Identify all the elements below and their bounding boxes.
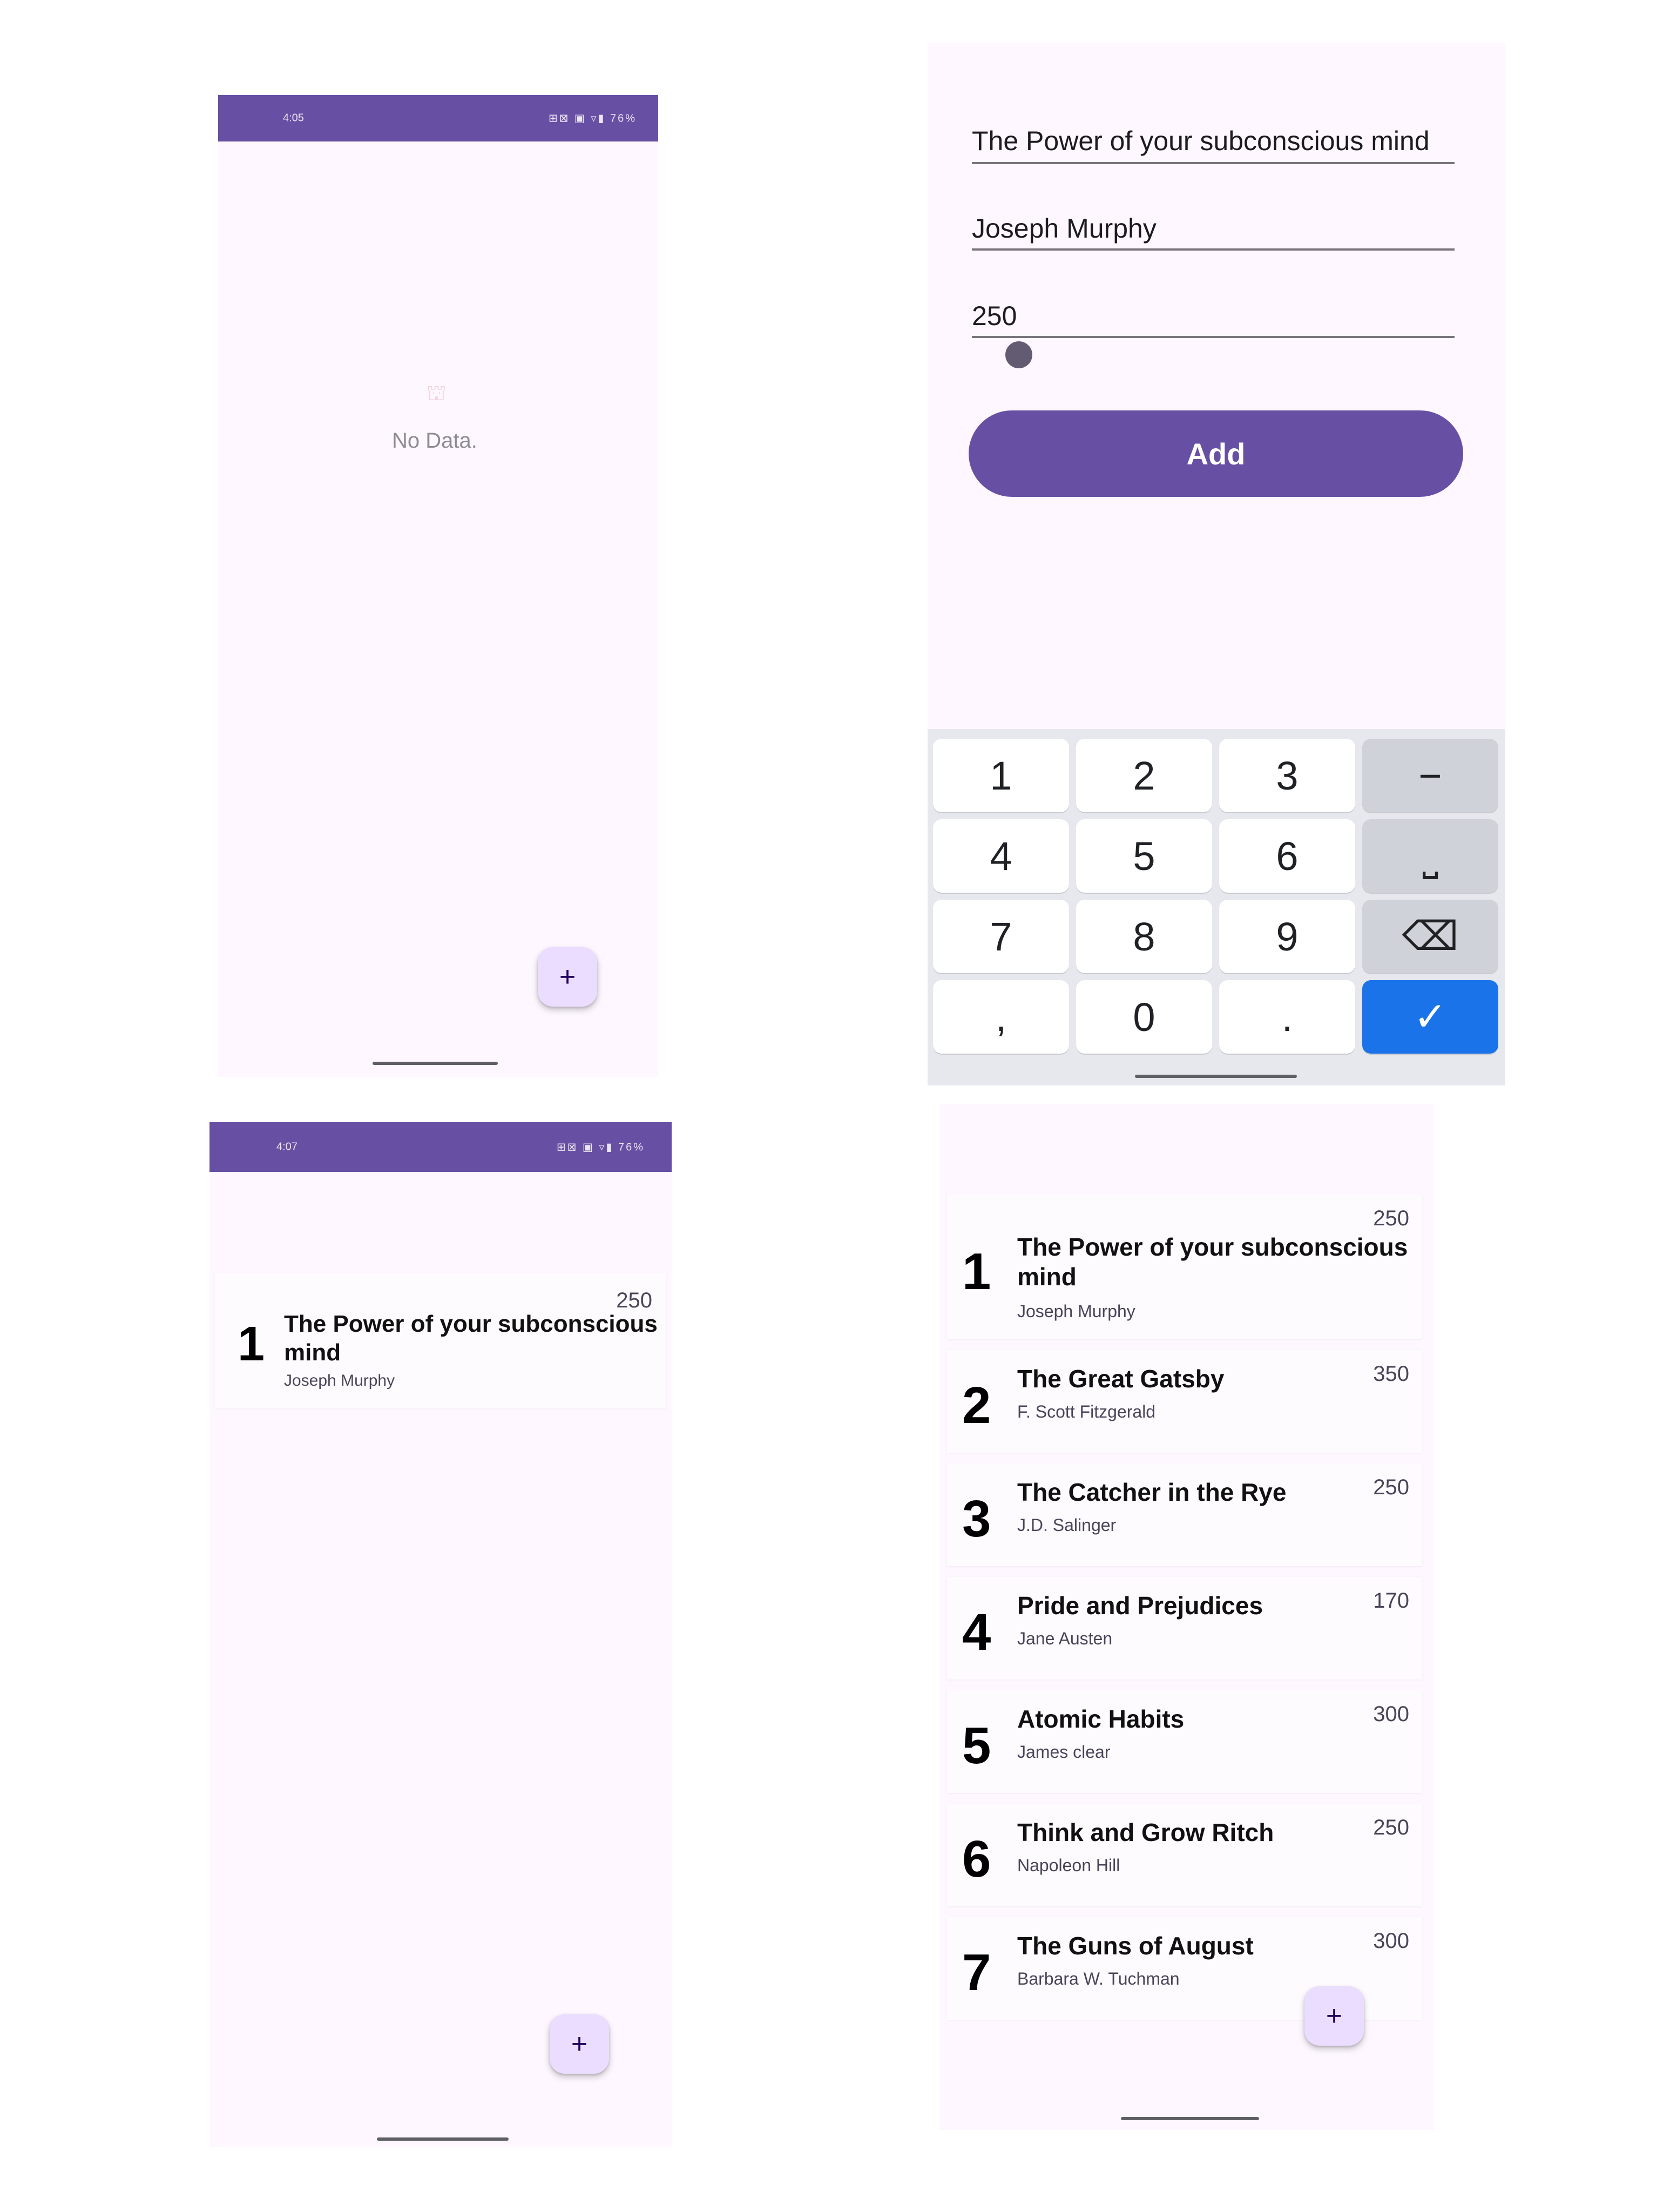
book-pages: 170 (1373, 1589, 1409, 1613)
home-indicator (373, 1062, 498, 1065)
add-book-fab[interactable]: + (550, 2014, 609, 2074)
plus-icon: + (1326, 2000, 1343, 2032)
book-author: Joseph Murphy (1017, 1301, 1135, 1321)
keypad-key[interactable]: 3 (1219, 739, 1355, 812)
book-author: F. Scott Fitzgerald (1017, 1402, 1156, 1421)
book-title: The Great Gatsby (1017, 1365, 1225, 1393)
book-card[interactable]: 2 The Great Gatsby F. Scott Fitzgerald 350 (947, 1350, 1422, 1453)
keypad-key[interactable]: 2 (1076, 739, 1212, 812)
book-author: Jane Austen (1017, 1629, 1113, 1648)
pages-field[interactable]: 250 (972, 300, 1017, 332)
numeric-keypad: 1 2 3− 4 5 6 ⎵ 7 8 9 ⌫, 0. ✓ (928, 729, 1505, 1085)
keypad-key[interactable]: 6 (1219, 819, 1355, 893)
keypad-key[interactable]: 8 (1076, 900, 1212, 973)
pages-slider-thumb[interactable] (1005, 341, 1032, 368)
keypad-key[interactable]: , (933, 980, 1069, 1054)
book-title: Pride and Prejudices (1017, 1591, 1263, 1620)
book-card[interactable]: 5 Atomic Habits James clear 300 (947, 1690, 1422, 1793)
keypad-key[interactable]: 1 (933, 739, 1069, 812)
keypad-key[interactable]: 5 (1076, 819, 1212, 893)
book-title: Think and Grow Ritch (1017, 1818, 1274, 1846)
book-number: 5 (962, 1717, 991, 1775)
author-field[interactable]: Joseph Murphy (972, 213, 1157, 244)
book-pages: 250 (1373, 1206, 1409, 1230)
add-button-label: Add (1186, 436, 1246, 471)
status-time: 4:07 (276, 1141, 297, 1153)
status-icons: ⊞⊠ ▣ ▿▮ 76% (548, 112, 637, 125)
book-card[interactable]: 1 The Power of your subconscious mind Jose… (215, 1273, 666, 1408)
add-button[interactable]: Add (969, 410, 1463, 497)
book-author: James clear (1017, 1742, 1111, 1762)
keypad-key[interactable]: 9 (1219, 900, 1355, 973)
add-book-fab[interactable]: + (538, 947, 597, 1007)
book-card[interactable]: 3 The Catcher in the Rye J.D. Salinger 250 (947, 1464, 1422, 1566)
pages-slider-track (972, 336, 1455, 338)
book-title: Atomic Habits (1017, 1705, 1185, 1733)
screen-empty-list: 4:05 ⊞⊠ ▣ ▿▮ 76% ⛫ No Data. + (218, 95, 658, 1077)
keypad-key[interactable]: − (1362, 739, 1498, 812)
empty-state-text: No Data. (392, 429, 477, 453)
home-indicator (1135, 1075, 1297, 1078)
book-number: 2 (962, 1377, 991, 1434)
keypad-key[interactable]: ⎵ (1362, 819, 1498, 893)
title-field[interactable]: The Power of your subconscious mind (972, 125, 1430, 157)
home-indicator (377, 2137, 509, 2141)
book-author: J.D. Salinger (1017, 1515, 1117, 1535)
book-title: The Power of your subconscious mind (1017, 1233, 1408, 1291)
book-pages: 300 (1373, 1929, 1409, 1953)
book-number: 1 (962, 1243, 991, 1300)
keypad-key[interactable]: 0 (1076, 980, 1212, 1054)
book-number: 4 (962, 1603, 991, 1661)
screen-add-book: The Power of your subconscious mind Jose… (928, 43, 1505, 1085)
keypad-key[interactable]: ⌫ (1362, 900, 1498, 973)
book-author: Joseph Murphy (284, 1372, 395, 1390)
book-number: 6 (962, 1830, 991, 1888)
author-field-underline (972, 248, 1455, 251)
plus-icon: + (571, 2028, 588, 2060)
book-pages: 250 (1373, 1475, 1409, 1499)
keypad-key[interactable]: 4 (933, 819, 1069, 893)
book-pages: 300 (1373, 1702, 1409, 1726)
book-card[interactable]: 1 The Power of your subconscious mind Jose… (947, 1195, 1422, 1339)
title-field-underline (972, 162, 1455, 164)
book-pages: 250 (1373, 1816, 1409, 1839)
book-title: The Power of your subconscious mind (284, 1311, 658, 1366)
book-pages: 250 (616, 1289, 652, 1312)
book-card[interactable]: 6 Think and Grow Ritch Napoleon Hill 250 (947, 1804, 1422, 1906)
status-bar: 4:07 ⊞⊠ ▣ ▿▮ 76% (209, 1122, 672, 1172)
keypad-key[interactable]: ✓ (1362, 980, 1498, 1054)
keypad-key[interactable]: . (1219, 980, 1355, 1054)
book-number: 1 (238, 1317, 265, 1371)
book-author: Barbara W. Tuchman (1017, 1969, 1180, 1988)
book-title: The Guns of August (1017, 1932, 1254, 1960)
status-icons: ⊞⊠ ▣ ▿▮ 76% (556, 1141, 645, 1154)
status-time: 4:05 (283, 112, 304, 124)
empty-state-icon: ⛫ (427, 381, 447, 405)
book-title: The Catcher in the Rye (1017, 1478, 1287, 1506)
plus-icon: + (559, 961, 576, 993)
status-bar: 4:05 ⊞⊠ ▣ ▿▮ 76% (218, 95, 658, 141)
keypad-key[interactable]: 7 (933, 900, 1069, 973)
book-number: 7 (962, 1944, 991, 2001)
home-indicator (1121, 2117, 1259, 2120)
screen-one-book: 4:07 ⊞⊠ ▣ ▿▮ 76% 1 The Power of your subc… (209, 1122, 672, 2147)
book-card[interactable]: 4 Pride and Prejudices Jane Austen 170 (947, 1577, 1422, 1680)
book-number: 3 (962, 1490, 991, 1548)
add-book-fab[interactable]: + (1304, 1986, 1364, 2046)
book-author: Napoleon Hill (1017, 1856, 1120, 1875)
screen-book-list: 1 The Power of your subconscious mind Jose… (939, 1104, 1434, 2130)
book-pages: 350 (1373, 1362, 1409, 1386)
